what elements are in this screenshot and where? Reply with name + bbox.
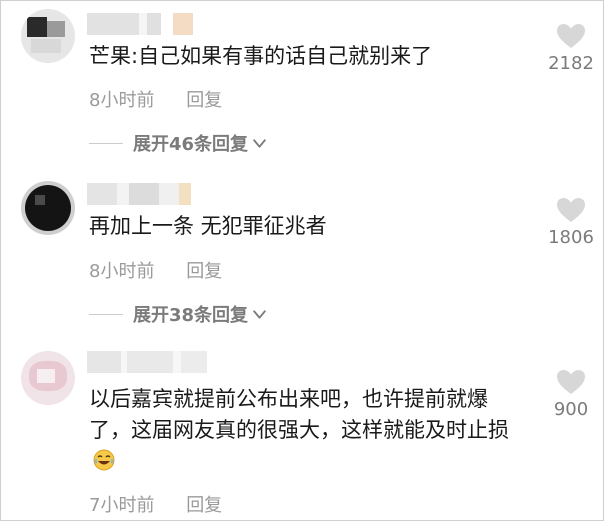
divider-line [89, 142, 123, 144]
avatar[interactable] [21, 351, 75, 405]
username[interactable] [87, 183, 191, 205]
reply-button[interactable]: 回复 [186, 495, 222, 516]
username[interactable] [87, 351, 207, 373]
heart-icon [557, 198, 585, 222]
comment-meta: 8小时前 回复 [89, 86, 222, 112]
reply-button[interactable]: 回复 [186, 261, 222, 282]
reply-button[interactable]: 回复 [186, 90, 222, 111]
expand-replies-button[interactable]: 展开38条回复 [89, 301, 268, 327]
comment-text: 再加上一条 无犯罪征兆者 [89, 214, 327, 238]
like-count: 2182 [548, 53, 594, 74]
expand-replies-label: 展开46条回复 [133, 134, 249, 155]
comment-meta: 7小时前 回复 [89, 491, 222, 517]
avatar[interactable] [21, 9, 75, 63]
divider-line [89, 313, 123, 315]
comment-time: 8小时前 [89, 261, 155, 282]
username[interactable] [87, 13, 193, 35]
like-count: 1806 [548, 227, 594, 248]
heart-icon [557, 370, 585, 394]
chevron-down-icon [253, 309, 266, 319]
like-count: 900 [553, 399, 589, 420]
like-button[interactable]: 2182 [541, 23, 601, 74]
heart-icon [557, 24, 585, 48]
comment-time: 8小时前 [89, 90, 155, 111]
avatar[interactable] [21, 181, 75, 235]
expand-replies-label: 展开38条回复 [133, 305, 249, 326]
expand-replies-button[interactable]: 展开46条回复 [89, 130, 268, 156]
comment-meta: 8小时前 回复 [89, 257, 222, 283]
comment-time: 7小时前 [89, 495, 155, 516]
comment-text: 芒果:自己如果有事的话自己就别来了 [89, 44, 433, 68]
comment-text: 以后嘉宾就提前公布出来吧，也许提前就爆了，这届网友真的很强大，这样就能及时止损 [89, 384, 529, 477]
like-button[interactable]: 900 [541, 369, 601, 420]
laugh-cry-emoji-icon [93, 449, 115, 471]
chevron-down-icon [253, 138, 266, 148]
like-button[interactable]: 1806 [541, 197, 601, 248]
comment-text-content: 以后嘉宾就提前公布出来吧，也许提前就爆了，这届网友真的很强大，这样就能及时止损 [89, 387, 509, 442]
